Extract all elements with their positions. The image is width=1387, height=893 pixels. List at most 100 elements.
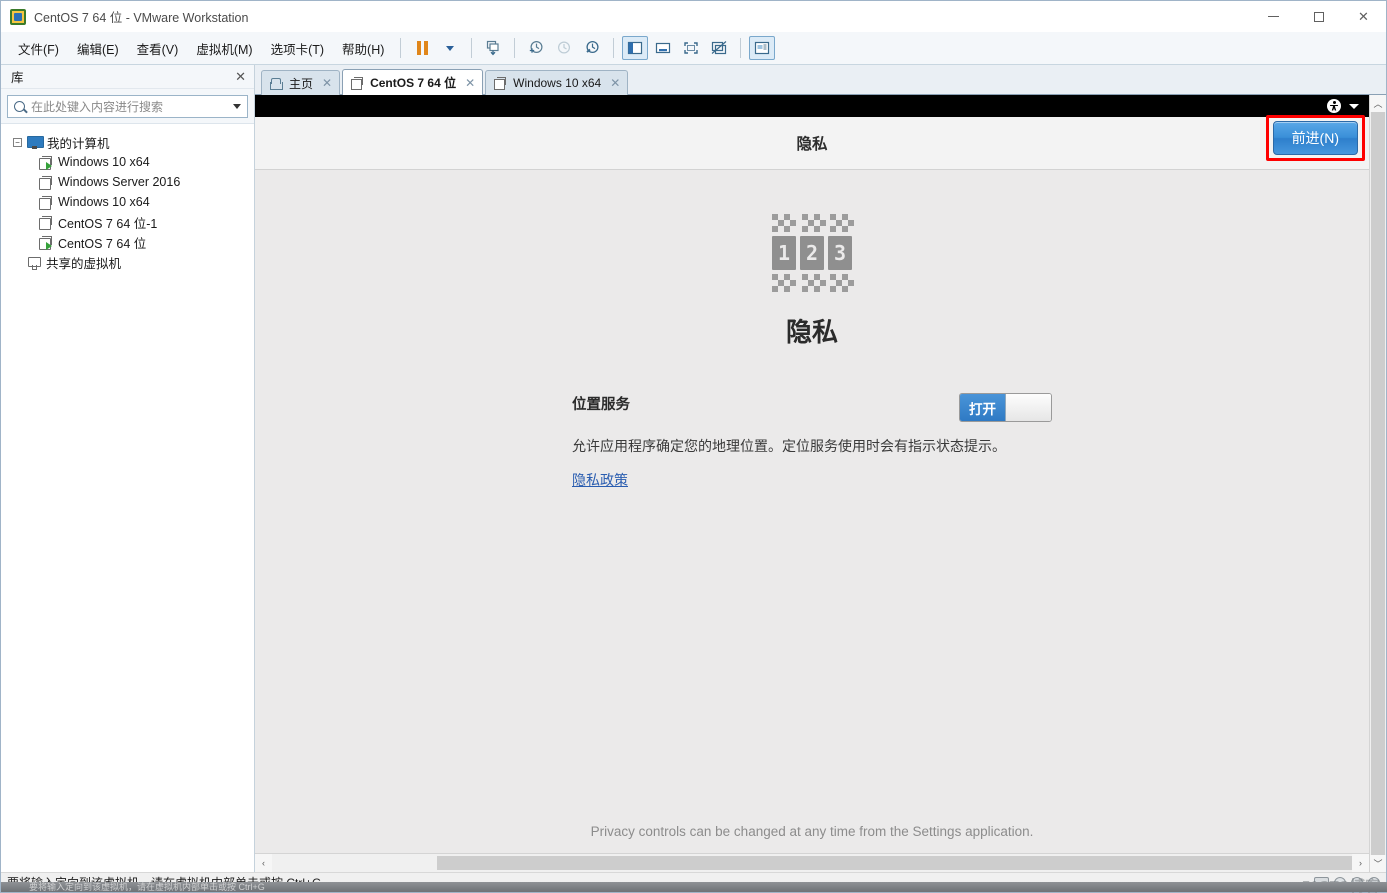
vm-tree: − 我的计算机 Windows 10 x64 Windows Server 20… xyxy=(1,124,254,872)
close-icon[interactable]: ✕ xyxy=(465,76,475,90)
tab-label: Windows 10 x64 xyxy=(513,76,602,90)
close-icon[interactable]: ✕ xyxy=(610,76,620,90)
vertical-scroll-track[interactable] xyxy=(1370,112,1386,855)
pause-button[interactable] xyxy=(409,36,435,60)
tree-node-label: 我的计算机 xyxy=(47,136,110,151)
menu-vm[interactable]: 虚拟机(M) xyxy=(187,36,261,61)
scroll-down-arrow-icon[interactable]: ﹀ xyxy=(1370,855,1386,872)
take-snapshot-button[interactable] xyxy=(480,36,506,60)
tree-node-shared-vms[interactable]: 共享的虚拟机 xyxy=(1,252,254,272)
unity-mode-button[interactable] xyxy=(706,36,732,60)
scroll-right-arrow-icon[interactable]: › xyxy=(1352,854,1369,872)
fullscreen-button[interactable] xyxy=(678,36,704,60)
vm-icon xyxy=(351,76,364,90)
main-split: 库 ✕ 在此处键入内容进行搜索 − 我的计算机 Windows 10 x64 W… xyxy=(1,65,1386,872)
tab-windows10[interactable]: Windows 10 x64 ✕ xyxy=(485,70,629,95)
search-icon xyxy=(14,101,25,112)
revert-snapshot-button[interactable] xyxy=(523,36,549,60)
toolbar-divider xyxy=(471,38,473,58)
snapshot-history-button[interactable] xyxy=(551,36,577,60)
vm-icon xyxy=(39,155,53,170)
vm-screen-wrap: 隐私 前进(N) 1 2 3 隐私 位置服务 打开 允许应用程序确定您的地理位置… xyxy=(255,95,1386,872)
snapshot-icon xyxy=(487,40,499,56)
preferences-icon xyxy=(755,41,770,55)
my-computer-icon xyxy=(27,135,44,149)
window-controls: ✕ xyxy=(1251,1,1386,32)
menu-edit[interactable]: 编辑(E) xyxy=(68,36,128,61)
privacy-page: 1 2 3 隐私 位置服务 打开 允许应用程序确定您的地理位置。定位服务使用时会… xyxy=(255,170,1369,853)
horizontal-scroll-track[interactable] xyxy=(272,854,1352,872)
taskbar-text: 要将输入定向到该虚拟机，请在虚拟机内部单击或按 Ctrl+G xyxy=(29,882,265,892)
vm-icon xyxy=(39,195,53,210)
location-services-description: 允许应用程序确定您的地理位置。定位服务使用时会有指示状态提示。 xyxy=(572,438,1006,454)
library-panel-icon xyxy=(628,41,643,55)
chevron-down-icon[interactable] xyxy=(233,104,241,109)
chevron-down-icon[interactable] xyxy=(1349,103,1359,109)
library-sidebar: 库 ✕ 在此处键入内容进行搜索 − 我的计算机 Windows 10 x64 W… xyxy=(1,65,255,872)
search-input[interactable]: 在此处键入内容进行搜索 xyxy=(7,95,248,118)
running-badge-icon xyxy=(46,161,52,170)
tree-item-vm-0[interactable]: Windows 10 x64 xyxy=(1,152,254,172)
toggle-on-label: 打开 xyxy=(960,394,1006,421)
vm-label: Windows 10 x64 xyxy=(58,155,150,169)
tab-label: 主页 xyxy=(289,76,314,91)
keycap-3: 3 xyxy=(828,236,852,270)
vm-label: Windows 10 x64 xyxy=(58,195,150,209)
guest-screen[interactable]: 隐私 前进(N) 1 2 3 隐私 位置服务 打开 允许应用程序确定您的地理位置… xyxy=(255,95,1369,872)
tab-label: CentOS 7 64 位 xyxy=(370,76,457,90)
horizontal-scroll-thumb[interactable] xyxy=(437,856,1352,870)
tree-item-vm-4[interactable]: CentOS 7 64 位 xyxy=(1,232,254,252)
privacy-heading: 隐私 xyxy=(785,317,838,347)
toolbar-divider xyxy=(514,38,516,58)
minimize-button[interactable] xyxy=(1251,1,1296,32)
show-library-button[interactable] xyxy=(622,36,649,60)
forward-button-highlight: 前进(N) xyxy=(1265,115,1365,161)
running-badge-icon xyxy=(46,241,52,250)
maximize-button[interactable] xyxy=(1296,1,1341,32)
page-title: 隐私 xyxy=(796,136,828,153)
window-title: CentOS 7 64 位 - VMware Workstation xyxy=(34,11,249,25)
accessibility-icon[interactable] xyxy=(1327,99,1341,113)
tree-item-vm-2[interactable]: Windows 10 x64 xyxy=(1,192,254,212)
preferences-button[interactable] xyxy=(749,36,776,60)
vm-label: CentOS 7 64 位 xyxy=(58,236,147,251)
tab-centos7[interactable]: CentOS 7 64 位 ✕ xyxy=(342,69,484,95)
show-console-button[interactable] xyxy=(650,36,676,60)
location-services-label: 位置服务 xyxy=(572,397,630,413)
snapshot-clock-icon xyxy=(558,41,571,54)
menu-file[interactable]: 文件(F) xyxy=(9,36,68,61)
gnome-top-bar xyxy=(255,95,1369,117)
close-icon[interactable]: ✕ xyxy=(235,69,246,85)
location-services-toggle[interactable]: 打开 xyxy=(959,393,1052,422)
keycap-1: 1 xyxy=(772,236,796,270)
toolbar-divider xyxy=(740,38,742,58)
close-button[interactable]: ✕ xyxy=(1341,1,1386,32)
tree-node-my-computer[interactable]: − 我的计算机 xyxy=(1,132,254,152)
close-icon[interactable]: ✕ xyxy=(322,76,332,90)
search-placeholder: 在此处键入内容进行搜索 xyxy=(31,100,164,114)
scroll-left-arrow-icon[interactable]: ‹ xyxy=(255,854,272,872)
pause-icon xyxy=(416,41,428,55)
tree-item-vm-1[interactable]: Windows Server 2016 xyxy=(1,172,254,192)
vertical-scrollbar[interactable]: ︿ ﹀ xyxy=(1369,95,1386,872)
snapshot-manager-button[interactable] xyxy=(579,36,605,60)
power-dropdown-button[interactable] xyxy=(437,36,463,60)
vmware-workstation-window: CentOS 7 64 位 - VMware Workstation ✕ 文件(… xyxy=(0,0,1387,893)
collapse-icon[interactable]: − xyxy=(13,137,22,147)
privacy-policy-link[interactable]: 隐私政策 xyxy=(572,470,628,490)
library-header: 库 ✕ xyxy=(1,65,254,89)
vm-icon xyxy=(39,215,53,230)
library-title: 库 xyxy=(11,71,24,85)
tree-item-vm-3[interactable]: CentOS 7 64 位-1 xyxy=(1,212,254,232)
vertical-scroll-thumb[interactable] xyxy=(1371,112,1385,855)
tab-bar: 主页 ✕ CentOS 7 64 位 ✕ Windows 10 x64 ✕ xyxy=(255,65,1386,95)
tree-node-label: 共享的虚拟机 xyxy=(46,256,122,271)
forward-button[interactable]: 前进(N) xyxy=(1272,121,1358,155)
menu-help[interactable]: 帮助(H) xyxy=(333,36,393,61)
tab-home[interactable]: 主页 ✕ xyxy=(261,70,341,95)
snapshot-revert-icon xyxy=(530,40,543,54)
menu-tabs[interactable]: 选项卡(T) xyxy=(262,36,333,61)
scroll-up-arrow-icon[interactable]: ︿ xyxy=(1370,95,1386,112)
horizontal-scrollbar[interactable]: ‹ › xyxy=(255,853,1369,872)
menu-view[interactable]: 查看(V) xyxy=(128,36,188,61)
